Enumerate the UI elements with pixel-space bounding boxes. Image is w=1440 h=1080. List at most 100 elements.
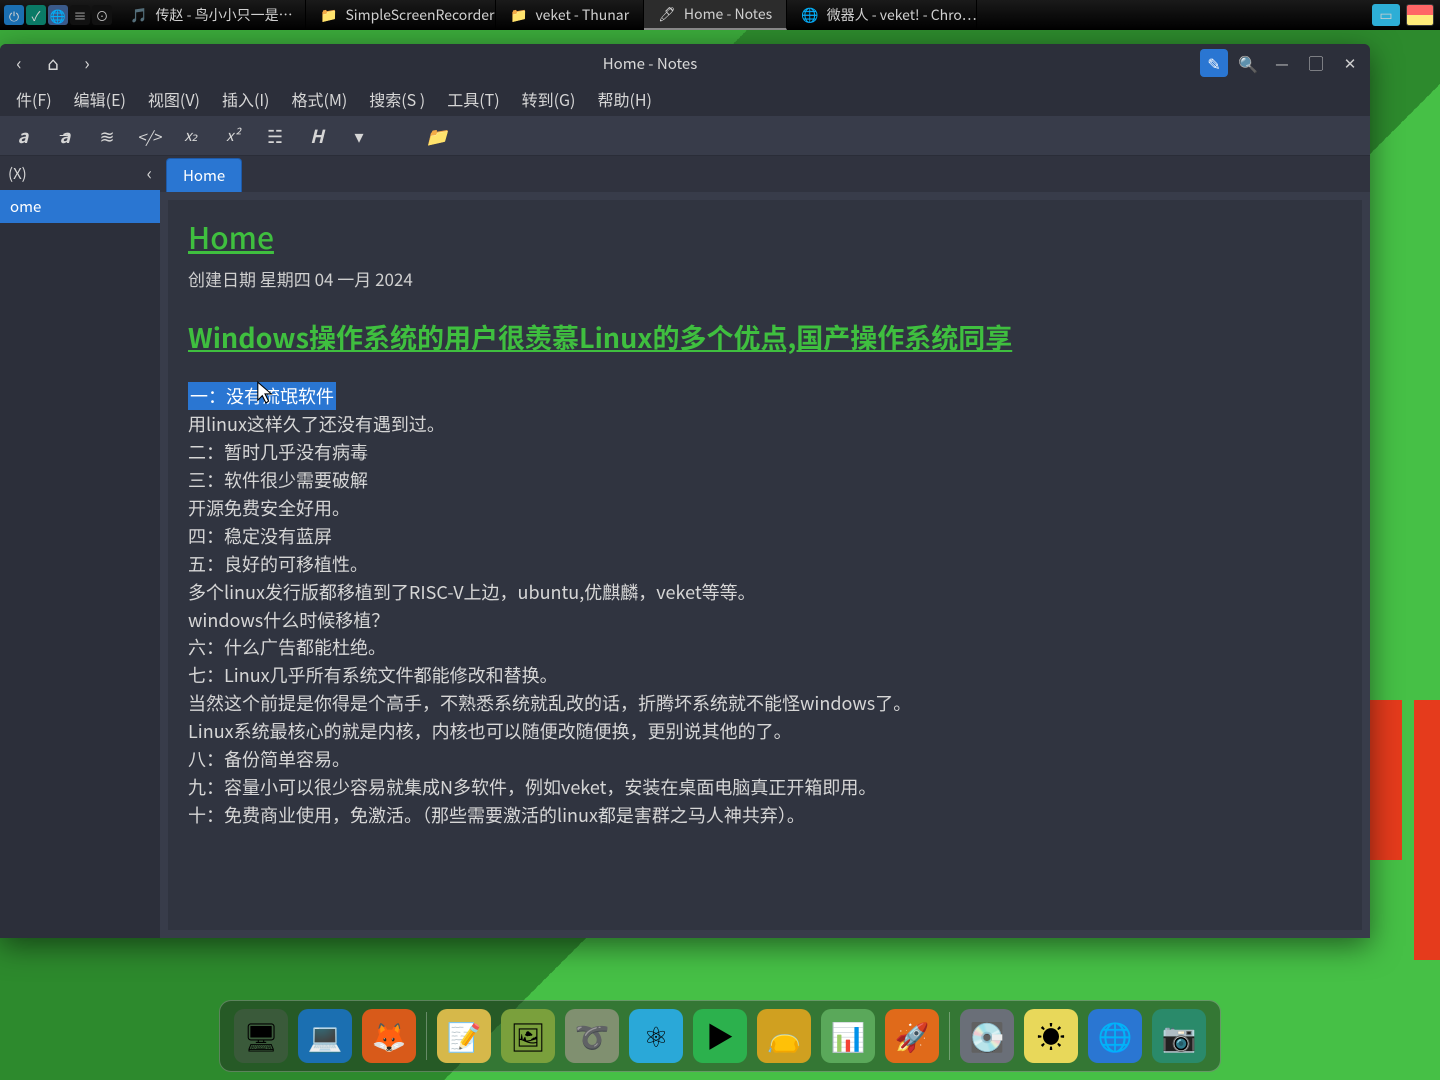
insert-button[interactable]: ▾ bbox=[346, 123, 372, 149]
note-line-0: 用linux这样久了还没有遇到过。 bbox=[188, 411, 445, 437]
window-title: Home - Notes bbox=[100, 53, 1200, 74]
dock-separator bbox=[426, 1012, 427, 1060]
notes-window: ‹ ⌂ › Home - Notes ✎ 🔍 — ▢ ✕ 件(F)编辑(E)视图… bbox=[0, 44, 1370, 938]
wallet-icon[interactable]: 👝 bbox=[757, 1009, 811, 1063]
menu-item-7[interactable]: 转到(G) bbox=[512, 83, 586, 115]
desktop: ‹ ⌂ › Home - Notes ✎ 🔍 — ▢ ✕ 件(F)编辑(E)视图… bbox=[0, 30, 1440, 1080]
note-line-4: 四：稳定没有蓝屏 bbox=[188, 523, 332, 549]
menu-item-3[interactable]: 插入(I) bbox=[212, 83, 280, 115]
sidebar: (X) ‹ ome bbox=[0, 156, 160, 938]
note-line-5: 五：良好的可移植性。 bbox=[188, 551, 368, 577]
close-button[interactable]: ✕ bbox=[1336, 49, 1364, 77]
firefox-icon[interactable]: 🦊 bbox=[362, 1009, 416, 1063]
back-button[interactable]: ‹ bbox=[6, 50, 32, 76]
note-line-3: 开源免费安全好用。 bbox=[188, 495, 350, 521]
tray-icon-2[interactable]: ✓ bbox=[26, 5, 46, 25]
disk-icon[interactable]: 💽 bbox=[960, 1009, 1014, 1063]
task-icon: 🎵 bbox=[130, 5, 147, 25]
task-label: 微器人 - veket! - Chro… bbox=[827, 5, 977, 25]
forward-button[interactable]: › bbox=[74, 50, 100, 76]
task-label: veket - Thunar bbox=[535, 5, 629, 25]
task-icon: 📁 bbox=[510, 5, 527, 25]
list-button[interactable]: ☵ bbox=[262, 123, 288, 149]
sidebar-header: (X) ‹ bbox=[0, 156, 160, 190]
note-created-date: 创建日期 星期四 04 一月 2024 bbox=[188, 266, 1342, 291]
tray-icon-4[interactable]: ≡ bbox=[70, 5, 90, 25]
heading-button[interactable]: H bbox=[304, 123, 330, 149]
tab-0[interactable]: Home bbox=[166, 158, 242, 192]
monitor-indicator-icon[interactable]: ▭ bbox=[1372, 4, 1400, 26]
note-line-10: 当然这个前提是你得是个高手，不熟悉系统就乱改的话，折腾坏系统就不能怪window… bbox=[188, 690, 911, 716]
task-icon: 📁 bbox=[320, 5, 337, 25]
chrome-icon[interactable]: 🌐 bbox=[1088, 1009, 1142, 1063]
sidebar-collapse-button[interactable]: ‹ bbox=[147, 160, 152, 186]
menu-item-1[interactable]: 编辑(E) bbox=[64, 83, 136, 115]
note-line-13: 九：容量小可以很少容易就集成N多软件，例如veket，安装在桌面电脑真正开箱即用… bbox=[188, 774, 876, 800]
subscript-button[interactable]: x₂ bbox=[178, 123, 204, 149]
highlight-button[interactable]: ≋ bbox=[94, 123, 120, 149]
atom-icon[interactable]: ⚛ bbox=[629, 1009, 683, 1063]
display-icon[interactable]: 💻 bbox=[298, 1009, 352, 1063]
note-line-6: 多个linux发行版都移植到了RISC-V上边，ubuntu,优麒麟，veket… bbox=[188, 579, 756, 605]
notes-icon[interactable]: 📝 bbox=[437, 1009, 491, 1063]
tray-icon-3[interactable]: 🌐 bbox=[48, 5, 68, 25]
edit-button[interactable]: ✎ bbox=[1200, 49, 1228, 77]
desktop-icon[interactable]: 🖥 bbox=[234, 1009, 288, 1063]
menu-item-5[interactable]: 搜索(S ) bbox=[359, 83, 435, 115]
camera-icon[interactable]: 📷 bbox=[1152, 1009, 1206, 1063]
sidebar-item-0[interactable]: ome bbox=[0, 190, 160, 223]
strike-button[interactable]: a bbox=[52, 123, 78, 149]
task-item-0[interactable]: 🎵 传赵 - 鸟小小只一是… bbox=[116, 0, 306, 30]
flag-indicator-icon[interactable] bbox=[1406, 4, 1434, 26]
task-item-1[interactable]: 📁 SimpleScreenRecorder bbox=[306, 0, 496, 30]
notification-area: ▭ bbox=[1366, 4, 1440, 26]
tabstrip: Home bbox=[160, 156, 1370, 192]
minimize-button[interactable]: — bbox=[1268, 49, 1296, 77]
home-button[interactable]: ⌂ bbox=[40, 50, 66, 76]
superscript-button[interactable]: x² bbox=[220, 123, 246, 149]
note-content[interactable]: Home 创建日期 星期四 04 一月 2024 Windows操作系统的用户很… bbox=[164, 196, 1366, 934]
task-icon: 🌐 bbox=[801, 5, 818, 25]
code-button[interactable]: </> bbox=[136, 123, 162, 149]
loop-icon[interactable]: ➰ bbox=[565, 1009, 619, 1063]
task-item-2[interactable]: 📁 veket - Thunar bbox=[496, 0, 644, 30]
dock: 🖥💻🦊 📝🖼➰⚛▶👝📊🚀 💽☀🌐📷 bbox=[219, 1000, 1221, 1072]
dock-separator bbox=[949, 1012, 950, 1060]
rocket-icon[interactable]: 🚀 bbox=[885, 1009, 939, 1063]
note-line-9: 七：Linux几乎所有系统文件都能修改和替换。 bbox=[188, 662, 558, 688]
note-highlight: 一：没有流氓软件 bbox=[188, 382, 336, 410]
tray-icon-1[interactable]: ⏻ bbox=[4, 5, 24, 25]
photos-icon[interactable]: 🖼 bbox=[501, 1009, 555, 1063]
search-button[interactable]: 🔍 bbox=[1234, 49, 1262, 77]
note-line-2: 三：软件很少需要破解 bbox=[188, 467, 368, 493]
note-line-11: Linux系统最核心的就是内核，内核也可以随便改随便换，更别说其他的了。 bbox=[188, 718, 792, 744]
system-tray: ⏻ ✓ 🌐 ≡ ⊙ bbox=[0, 5, 116, 25]
menu-item-2[interactable]: 视图(V) bbox=[138, 83, 210, 115]
tray-icon-5[interactable]: ⊙ bbox=[92, 5, 112, 25]
menubar: 件(F)编辑(E)视图(V)插入(I)格式(M)搜索(S )工具(T)转到(G)… bbox=[0, 82, 1370, 116]
nav-controls: ‹ ⌂ › bbox=[6, 50, 100, 76]
note-body[interactable]: 一：没有流氓软件用linux这样久了还没有遇到过。二：暂时几乎没有病毒三：软件很… bbox=[188, 383, 1342, 829]
note-title: Home bbox=[188, 214, 1342, 258]
task-label: SimpleScreenRecorder bbox=[345, 5, 494, 25]
menu-item-8[interactable]: 帮助(H) bbox=[587, 83, 661, 115]
italic-button[interactable]: a bbox=[10, 123, 36, 149]
open-folder-button[interactable]: 📁 bbox=[424, 123, 450, 149]
sidebar-header-label: (X) bbox=[8, 163, 27, 184]
menu-item-0[interactable]: 件(F) bbox=[6, 83, 62, 115]
task-item-4[interactable]: 🌐 微器人 - veket! - Chro… bbox=[787, 0, 977, 30]
toolbar: a a ≋ </> x₂ x² ☵ H ▾ 📁 bbox=[0, 116, 1370, 156]
task-icon: 🖊 bbox=[658, 4, 676, 24]
note-line-1: 二：暂时几乎没有病毒 bbox=[188, 439, 368, 465]
maximize-button[interactable]: ▢ bbox=[1302, 49, 1330, 77]
task-label: Home - Notes bbox=[684, 4, 772, 24]
task-item-3[interactable]: 🖊 Home - Notes bbox=[644, 0, 787, 30]
brightness-icon[interactable]: ☀ bbox=[1024, 1009, 1078, 1063]
menu-item-4[interactable]: 格式(M) bbox=[281, 83, 357, 115]
menu-item-6[interactable]: 工具(T) bbox=[437, 83, 509, 115]
main-area: Home Home 创建日期 星期四 04 一月 2024 Windows操作系… bbox=[160, 156, 1370, 938]
play-icon[interactable]: ▶ bbox=[693, 1009, 747, 1063]
chart-icon[interactable]: 📊 bbox=[821, 1009, 875, 1063]
task-label: 传赵 - 鸟小小只一是… bbox=[155, 5, 292, 25]
note-line-14: 十：免费商业使用，免激活。（那些需要激活的linux都是害群之马人神共弃）。 bbox=[188, 802, 805, 828]
